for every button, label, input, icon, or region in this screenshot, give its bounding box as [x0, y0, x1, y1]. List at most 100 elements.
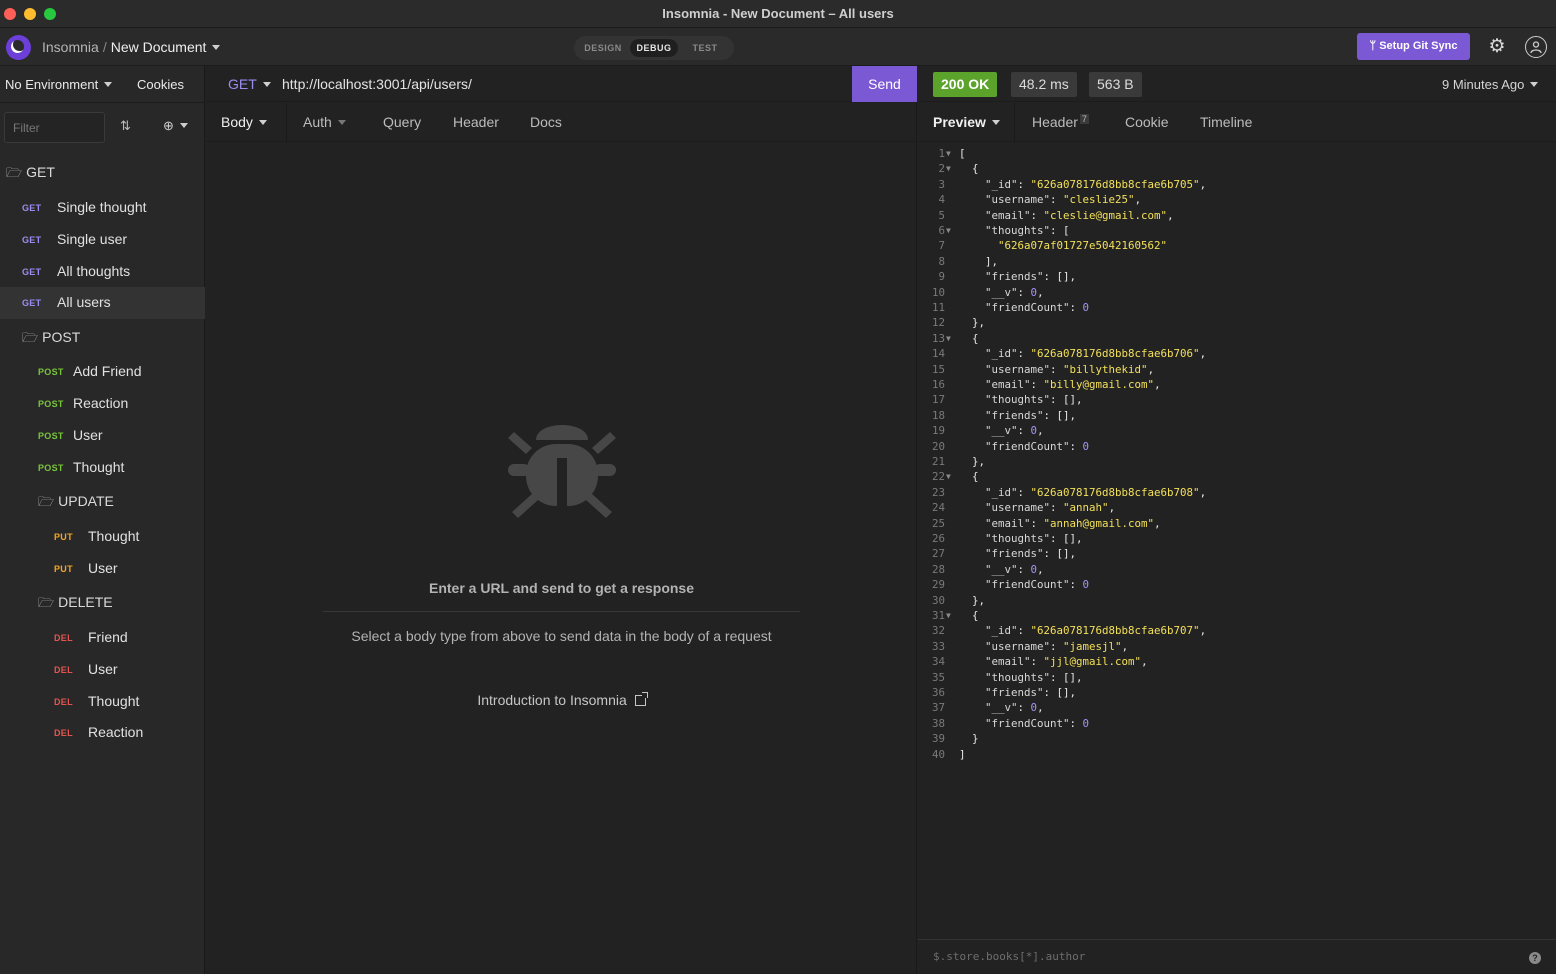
sidebar-request-del-user[interactable]: DEL User [0, 654, 205, 686]
mode-test[interactable]: TEST [680, 39, 730, 57]
breadcrumb-app[interactable]: Insomnia [42, 39, 99, 55]
tab-divider [286, 103, 287, 142]
chevron-down-icon [1530, 82, 1539, 87]
fold-toggle-icon[interactable]: ▼ [946, 223, 951, 238]
sidebar-request-all-users[interactable]: GET All users [0, 287, 205, 319]
sidebar-request-del-friend[interactable]: DEL Friend [0, 622, 205, 654]
line-number: 11 [931, 301, 945, 314]
line-number: 1 [938, 147, 945, 160]
environment-dropdown[interactable]: No Environment [5, 77, 113, 92]
document-menu[interactable]: New Document [111, 39, 207, 55]
sidebar-request-post-thought[interactable]: POST Thought [0, 452, 205, 484]
line-number: 31 [931, 609, 945, 622]
add-request-icon[interactable]: ⊕ [163, 118, 188, 134]
url-input[interactable]: http://localhost:3001/api/users/ [282, 76, 472, 92]
chevron-down-icon[interactable] [212, 45, 221, 50]
app-header: Insomnia / New Document DESIGN DEBUG TEST … [0, 28, 1556, 66]
code-text: "username": "billythekid", [985, 362, 1155, 376]
external-link-icon [634, 692, 648, 706]
window-titlebar: Insomnia - New Document – All users [0, 0, 1556, 28]
line-number: 13 [931, 331, 945, 345]
sort-icon[interactable]: ⇅ [120, 118, 131, 134]
line-number: 24 [931, 501, 945, 515]
status-badge: 200 OK [933, 72, 998, 97]
sidebar-request-single-thought[interactable]: GET Single thought [0, 192, 205, 224]
sidebar-request-put-user[interactable]: PUT User [0, 553, 205, 585]
folder-delete[interactable]: 🗁 DELETE [38, 594, 113, 616]
response-size-badge: 563 B [1089, 72, 1142, 97]
window-title: Insomnia - New Document – All users [662, 6, 894, 21]
sidebar-request-del-thought[interactable]: DEL Thought [0, 686, 205, 718]
line-number: 7 [938, 239, 945, 253]
introduction-link[interactable]: Introduction to Insomnia [206, 692, 917, 708]
sidebar-request-all-thoughts[interactable]: GET All thoughts [0, 256, 205, 288]
folder-open-icon: 🗁 [22, 330, 39, 345]
code-text: } [959, 732, 979, 746]
fold-toggle-icon[interactable]: ▼ [946, 146, 951, 161]
response-time-badge: 48.2 ms [1011, 72, 1077, 97]
tab-query[interactable]: Query [383, 114, 421, 130]
code-text: "friends": [], [985, 270, 1077, 284]
mode-design[interactable]: DESIGN [578, 39, 628, 57]
code-text: "friendCount": 0 [985, 301, 1090, 314]
code-text: "__v": 0, [985, 424, 1044, 438]
sidebar-request-single-user[interactable]: GET Single user [0, 224, 205, 256]
tab-timeline[interactable]: Timeline [1200, 114, 1252, 130]
sidebar-request-add-friend[interactable]: POST Add Friend [0, 356, 205, 388]
header-count-badge: 7 [1079, 114, 1089, 124]
response-tabs: Preview Header 7 Cookie Timeline [918, 103, 1556, 142]
sidebar-request-del-reaction[interactable]: DEL Reaction [0, 717, 205, 749]
code-text: "friends": [], [985, 408, 1077, 422]
line-number: 3 [938, 177, 945, 191]
fold-toggle-icon[interactable]: ▼ [946, 608, 951, 623]
sidebar-request-post-user[interactable]: POST User [0, 420, 205, 452]
tab-auth[interactable]: Auth [303, 114, 346, 130]
gear-icon[interactable]: ⚙ [1485, 35, 1509, 59]
code-text: { [959, 470, 979, 484]
send-button[interactable]: Send [852, 66, 917, 102]
sidebar: No Environment Cookies Filter ⇅ ⊕ 🗁 GET G… [0, 66, 205, 974]
insomnia-logo-icon[interactable] [6, 35, 31, 60]
code-text: "__v": 0, [985, 285, 1044, 299]
cookies-button[interactable]: Cookies [137, 77, 184, 92]
tab-divider [1014, 103, 1015, 142]
tab-cookie[interactable]: Cookie [1125, 114, 1169, 130]
folder-get[interactable]: 🗁 GET [6, 164, 55, 186]
tab-header[interactable]: Header [453, 114, 499, 130]
code-text: [ [959, 147, 966, 160]
setup-git-sync-button[interactable]: ᛘ Setup Git Sync [1357, 33, 1470, 60]
request-pane: GET http://localhost:3001/api/users/ Sen… [206, 66, 917, 974]
tab-body[interactable]: Body [221, 114, 267, 130]
tab-preview[interactable]: Preview [933, 114, 1000, 130]
fold-toggle-icon[interactable]: ▼ [946, 161, 951, 176]
tab-response-header[interactable]: Header 7 [1032, 114, 1089, 130]
user-account-icon[interactable] [1525, 36, 1547, 58]
response-filter-input[interactable]: $.store.books[*].author [933, 950, 1085, 963]
sidebar-request-post-reaction[interactable]: POST Reaction [0, 388, 205, 420]
mode-debug[interactable]: DEBUG [630, 39, 678, 57]
line-number: 35 [931, 670, 945, 684]
line-number: 38 [931, 716, 945, 730]
line-number: 19 [931, 424, 945, 438]
folder-update[interactable]: 🗁 UPDATE [38, 493, 114, 515]
empty-state-title: Enter a URL and send to get a response [428, 580, 695, 596]
code-text: "email": "billy@gmail.com", [985, 378, 1161, 391]
sidebar-request-put-thought[interactable]: PUT Thought [0, 521, 205, 553]
line-number: 18 [931, 408, 945, 422]
chevron-down-icon [104, 82, 113, 87]
fold-toggle-icon[interactable]: ▼ [946, 331, 951, 346]
folder-post[interactable]: 🗁 POST [22, 329, 80, 351]
code-text: { [959, 609, 979, 622]
fold-toggle-icon[interactable]: ▼ [946, 469, 951, 484]
tab-docs[interactable]: Docs [530, 114, 562, 130]
response-history-dropdown[interactable]: 9 Minutes Ago [1442, 77, 1539, 92]
folder-open-icon: 🗁 [6, 165, 23, 180]
empty-state-divider [323, 611, 800, 612]
method-dropdown[interactable]: GET [228, 76, 271, 92]
code-text: "friendCount": 0 [985, 716, 1090, 730]
sidebar-filter-input[interactable]: Filter [4, 112, 105, 143]
help-icon[interactable]: ? [1529, 952, 1541, 964]
line-number: 32 [931, 624, 945, 638]
line-number: 30 [931, 593, 945, 607]
code-text: "friends": [], [985, 547, 1077, 561]
